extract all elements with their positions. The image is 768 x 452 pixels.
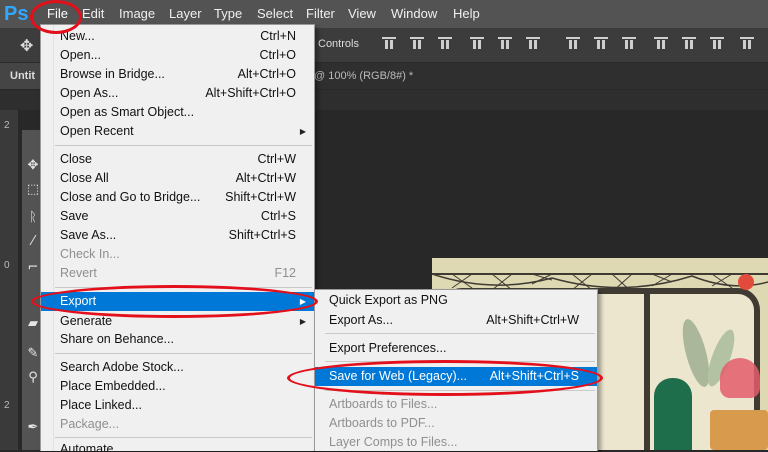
menu-separator xyxy=(55,145,312,146)
photoshop-logo: Ps xyxy=(4,3,29,25)
menu-item-new[interactable]: New... Ctrl+N xyxy=(41,27,314,46)
menu-help[interactable]: Help xyxy=(453,6,480,21)
pen-icon[interactable]: ✒ xyxy=(25,420,41,436)
menu-item-close[interactable]: Close Ctrl+W xyxy=(41,150,314,169)
pot-illustration xyxy=(710,410,768,450)
menu-item-place-linked[interactable]: Place Linked... xyxy=(41,396,314,415)
distribute-bottom-icon[interactable] xyxy=(622,37,636,51)
menu-item-open-recent[interactable]: Open Recent ▶ xyxy=(41,122,314,141)
menu-item-place-embedded[interactable]: Place Embedded... xyxy=(41,377,314,396)
move-tool-icon[interactable]: ✥ xyxy=(20,36,33,55)
menu-filter[interactable]: Filter xyxy=(306,6,335,21)
ruler-mark: 2 xyxy=(4,400,10,411)
window-divider-illustration xyxy=(644,288,650,450)
document-tab[interactable]: Untit xyxy=(0,63,40,89)
submenu-arrow-icon: ▶ xyxy=(299,297,306,306)
distribute-left-icon[interactable] xyxy=(654,37,668,51)
menu-image[interactable]: Image xyxy=(119,6,155,21)
align-left-icon[interactable] xyxy=(470,37,484,51)
menu-separator xyxy=(325,390,595,391)
menu-item-revert: Revert F12 xyxy=(60,266,296,280)
menu-item-check-in: Check In... xyxy=(60,247,120,261)
menu-type[interactable]: Type xyxy=(214,6,242,21)
crop-icon[interactable]: ⌐ xyxy=(25,260,41,276)
submenu-arrow-icon: ▶ xyxy=(299,317,306,326)
menu-select[interactable]: Select xyxy=(257,6,293,21)
menu-item-export-preferences[interactable]: Export Preferences... xyxy=(315,339,597,358)
menu-window[interactable]: Window xyxy=(391,6,437,21)
ruler-mark: 2 xyxy=(4,120,10,131)
eraser-icon[interactable]: ▰ xyxy=(25,316,41,332)
ruler-mark: 0 xyxy=(4,260,10,271)
menu-item-save[interactable]: Save Ctrl+S xyxy=(41,207,314,226)
menu-item-open[interactable]: Open... Ctrl+O xyxy=(41,46,314,65)
menu-layer[interactable]: Layer xyxy=(169,6,202,21)
ball-illustration xyxy=(738,274,754,290)
align-right-icon[interactable] xyxy=(526,37,540,51)
distribute-right-icon[interactable] xyxy=(710,37,724,51)
menu-view[interactable]: View xyxy=(348,6,376,21)
menu-item-quick-export-png[interactable]: Quick Export as PNG xyxy=(315,291,597,310)
menu-item-save-for-web[interactable]: Save for Web (Legacy)... Alt+Shift+Ctrl+S xyxy=(315,367,597,386)
menu-separator xyxy=(55,437,312,438)
align-vertical-center-icon[interactable] xyxy=(410,37,424,51)
menu-item-package: Package... xyxy=(60,417,120,431)
menu-separator xyxy=(325,361,595,362)
marquee-icon[interactable]: ⬚ xyxy=(25,182,41,198)
menu-item-close-all[interactable]: Close All Alt+Ctrl+W xyxy=(41,169,314,188)
transform-controls-label[interactable]: Controls xyxy=(318,38,359,50)
distribute-vertical-center-icon[interactable] xyxy=(594,37,608,51)
menu-item-automate[interactable]: Automate xyxy=(41,440,314,451)
menu-item-layer-comps-to-files: Layer Comps to Files... xyxy=(329,435,458,449)
distribute-horizontal-center-icon[interactable] xyxy=(682,37,696,51)
distribute-spacing-icon[interactable] xyxy=(740,37,754,51)
menu-separator xyxy=(55,353,312,354)
vertical-ruler: 2 0 2 xyxy=(0,110,18,450)
menu-item-browse-in-bridge[interactable]: Browse in Bridge... Alt+Ctrl+O xyxy=(41,65,314,84)
menu-item-close-and-go-to-bridge[interactable]: Close and Go to Bridge... Shift+Ctrl+W xyxy=(41,188,314,207)
menu-item-generate[interactable]: Generate ▶ xyxy=(41,312,314,331)
distribute-top-icon[interactable] xyxy=(566,37,580,51)
menu-item-export[interactable]: Export ▶ xyxy=(41,292,314,311)
menu-item-open-smart-object[interactable]: Open as Smart Object... xyxy=(41,103,314,122)
lasso-icon[interactable]: ᚱ xyxy=(25,210,41,226)
export-submenu: Quick Export as PNG Export As... Alt+Shif… xyxy=(314,289,598,451)
menu-edit[interactable]: Edit xyxy=(82,6,104,21)
magic-wand-icon[interactable]: ⁄ xyxy=(25,234,41,250)
cactus-illustration xyxy=(654,378,692,450)
brush-icon[interactable]: ✎ xyxy=(25,346,41,362)
plant-illustration xyxy=(720,358,760,398)
move-icon[interactable]: ✥ xyxy=(25,158,41,174)
menu-item-save-as[interactable]: Save As... Shift+Ctrl+S xyxy=(41,226,314,245)
submenu-arrow-icon: ▶ xyxy=(299,127,306,136)
align-top-icon[interactable] xyxy=(382,37,396,51)
menu-item-artboards-to-pdf: Artboards to PDF... xyxy=(329,416,435,430)
menu-item-share-on-behance[interactable]: Share on Behance... xyxy=(41,330,314,349)
menu-item-open-as[interactable]: Open As... Alt+Shift+Ctrl+O xyxy=(41,84,314,103)
align-bottom-icon[interactable] xyxy=(438,37,452,51)
menu-separator xyxy=(325,333,595,334)
document-tab-title[interactable]: @ 100% (RGB/8#) * xyxy=(314,63,413,89)
menu-item-search-adobe-stock[interactable]: Search Adobe Stock... xyxy=(41,358,314,377)
menu-separator xyxy=(55,287,312,288)
menu-file[interactable]: File xyxy=(47,6,68,21)
menu-item-export-as[interactable]: Export As... Alt+Shift+Ctrl+W xyxy=(315,311,597,330)
menu-item-artboards-to-files: Artboards to Files... xyxy=(329,397,438,411)
align-horizontal-center-icon[interactable] xyxy=(498,37,512,51)
stamp-icon[interactable]: ⚲ xyxy=(25,370,41,386)
file-menu-dropdown: New... Ctrl+N Open... Ctrl+O Browse in Bri… xyxy=(40,24,315,451)
